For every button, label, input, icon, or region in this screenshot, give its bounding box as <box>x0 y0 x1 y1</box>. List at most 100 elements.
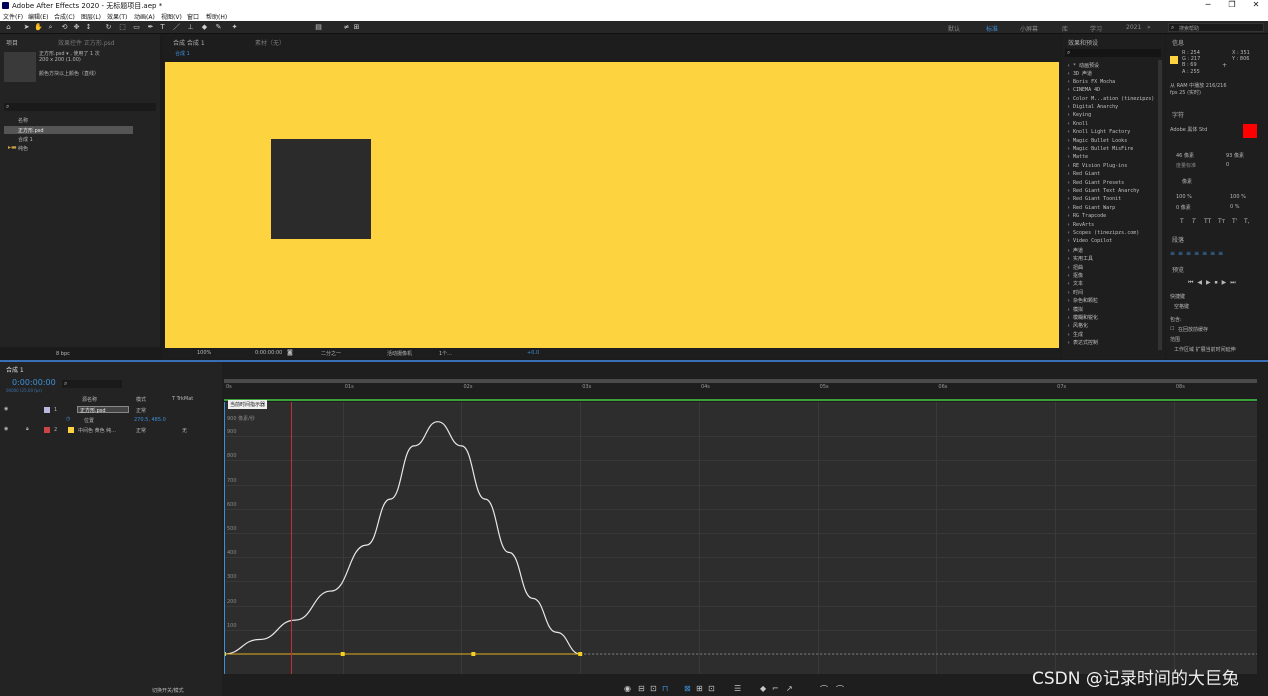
views-select[interactable]: 1个... <box>439 350 452 357</box>
workspace-learn[interactable]: 学习 <box>1090 24 1102 33</box>
brush-tool-icon[interactable]: ／ <box>172 23 181 32</box>
puppet-tool-icon[interactable]: ✦ <box>230 23 239 32</box>
menu-view[interactable]: 视图(V) <box>161 12 182 21</box>
paragraph-align-buttons[interactable]: ≡≡≡≡≡≡≡ <box>1170 250 1264 257</box>
time-ruler[interactable]: 0s 01s 02s 03s 04s 05s 06s 07s 08s <box>224 362 1257 402</box>
effects-category[interactable]: › Knoll Light Factory <box>1067 129 1130 135</box>
camera-tool-icon[interactable]: ⬚ <box>118 23 127 32</box>
pen-tool-icon[interactable]: ✒ <box>146 23 155 32</box>
fill-color-swatch[interactable] <box>1243 124 1257 138</box>
effects-category[interactable]: › Keying <box>1067 112 1091 118</box>
effects-category[interactable]: › Digital Anarchy <box>1067 104 1118 110</box>
eye-icon[interactable]: ◉ <box>4 406 8 412</box>
column-trkmat[interactable]: T TrkMat <box>172 396 193 402</box>
effects-category[interactable]: › 实用工具 <box>1067 255 1093 262</box>
eye-icon[interactable]: ◉ <box>4 426 8 432</box>
layer-mode-select[interactable]: 正常 <box>136 427 146 434</box>
graph-type-icon[interactable]: ⊟ <box>638 684 645 693</box>
exposure-value[interactable]: +0.0 <box>527 350 539 356</box>
scrollbar[interactable] <box>1158 60 1162 350</box>
shortcut-select[interactable]: 空格键 <box>1174 303 1189 310</box>
frame-selection-icon[interactable]: ⊠ <box>684 684 691 693</box>
faux-italic-button[interactable]: T <box>1192 218 1196 225</box>
faux-bold-button[interactable]: T <box>1180 218 1184 225</box>
all-caps-button[interactable]: TT <box>1204 218 1211 225</box>
layer-color-label[interactable] <box>44 407 50 413</box>
snap-icon[interactable]: ⊡ <box>650 684 657 693</box>
vertical-scale[interactable]: 100 % <box>1176 194 1192 200</box>
effects-category[interactable]: › Magic Bullet Looks <box>1067 138 1127 144</box>
superscript-button[interactable]: T' <box>1232 218 1237 225</box>
dolly-tool-icon[interactable]: ↕ <box>84 23 93 32</box>
workspace-standard[interactable]: 标准 <box>986 24 998 33</box>
effects-category[interactable]: › RevArts <box>1067 222 1094 228</box>
keyframe[interactable] <box>578 652 583 656</box>
layer-mode-select[interactable]: 正常 <box>136 407 146 414</box>
fit-all-icon[interactable]: ⊞ <box>696 684 703 693</box>
toggle-switches-button[interactable]: 切换开关/模式 <box>152 687 184 694</box>
close-button[interactable]: ✕ <box>1244 0 1268 9</box>
edit-keyframe-icon[interactable]: ◆ <box>760 684 766 693</box>
speed-graph[interactable] <box>224 402 1257 674</box>
eye-graph-icon[interactable]: ◉ <box>624 684 631 693</box>
layer-name-field[interactable]: 正方形.psd <box>77 406 129 414</box>
pan-tool-icon[interactable]: ✥ <box>72 23 81 32</box>
effects-category[interactable]: › 表达式控制 <box>1067 339 1098 346</box>
layer-row[interactable]: ◉ 🔒︎ 2 中间色 黄色 纯... 正常 无 <box>0 425 222 434</box>
stopwatch-icon[interactable]: ◷ <box>66 416 70 422</box>
effects-category[interactable]: › 3D 声道 <box>1067 70 1092 77</box>
effects-search-input[interactable]: ⌕ <box>1065 49 1161 57</box>
kerning[interactable]: 度量标准 <box>1176 162 1196 169</box>
list-item[interactable]: 合成 1 <box>4 135 133 143</box>
font-family-select[interactable]: Adobe 黑体 Std <box>1170 126 1207 133</box>
selection-tool-icon[interactable]: ➤ <box>22 23 31 32</box>
tracking[interactable]: 0 <box>1226 162 1229 168</box>
effects-category[interactable]: › Magic Bullet MisFire <box>1067 146 1133 152</box>
character-title[interactable]: 字符 <box>1172 110 1184 119</box>
menu-composition[interactable]: 合成(C) <box>54 12 75 21</box>
timeline-tab[interactable]: 合成 1 <box>6 365 24 374</box>
composition-tab[interactable]: 合成 合成 1 <box>173 38 205 47</box>
leading[interactable]: 93 像素 <box>1226 152 1244 159</box>
paragraph-title[interactable]: 段落 <box>1172 235 1184 244</box>
effects-category[interactable]: › Red Giant Toonit <box>1067 196 1121 202</box>
effects-category[interactable]: › 模糊和锐化 <box>1067 314 1098 321</box>
workspace-small-screen[interactable]: 小屏幕 <box>1020 24 1038 33</box>
effects-category[interactable]: › 声道 <box>1067 247 1083 254</box>
grid-icon[interactable]: ⊞ <box>352 23 361 32</box>
workspace-2021[interactable]: 2021 <box>1126 24 1141 31</box>
speed-curve[interactable] <box>224 421 581 655</box>
minimize-button[interactable]: ─ <box>1196 0 1220 9</box>
effects-category[interactable]: › RE Vision Plug-ins <box>1067 163 1127 169</box>
effects-category[interactable]: › 生成 <box>1067 331 1083 338</box>
layer-trkmat-select[interactable]: 无 <box>182 427 187 434</box>
menu-layer[interactable]: 图层(L) <box>81 12 101 21</box>
ease-in-icon[interactable]: ⌒ <box>836 684 844 695</box>
effects-category[interactable]: › CINEMA 4D <box>1067 87 1100 93</box>
workspace-library[interactable]: 库 <box>1062 24 1068 33</box>
project-tab[interactable]: 项目 <box>6 38 18 47</box>
list-item[interactable]: 正方形.psd <box>4 126 133 134</box>
effects-category[interactable]: › 模拟 <box>1067 306 1083 313</box>
effects-category[interactable]: › RG Trapcode <box>1067 213 1106 219</box>
column-mode[interactable]: 模式 <box>136 396 146 403</box>
snapshot-icon[interactable]: ◙ <box>287 349 293 356</box>
composition-canvas[interactable] <box>165 62 1059 348</box>
zoom-tool-icon[interactable]: ⌕ <box>46 23 55 32</box>
list-item[interactable]: ▸▬ 纯色 <box>4 144 133 152</box>
menu-window[interactable]: 窗口 <box>187 12 199 21</box>
layer-color-label[interactable] <box>44 427 50 433</box>
font-size[interactable]: 46 像素 <box>1176 152 1194 159</box>
effects-category[interactable]: › Scopes (tinezipzs.com) <box>1067 230 1139 236</box>
effects-category[interactable]: › Red Giant Text Anarchy <box>1067 188 1139 194</box>
stamp-tool-icon[interactable]: ⊥ <box>186 23 195 32</box>
effects-category[interactable]: › 时间 <box>1067 289 1083 296</box>
timecode-display[interactable]: 0:00:00:00 <box>255 350 282 356</box>
lock-icon[interactable]: 🔒︎ <box>26 426 29 432</box>
effects-category[interactable]: › 文本 <box>1067 280 1083 287</box>
horizontal-scale[interactable]: 100 % <box>1230 194 1246 200</box>
help-search[interactable]: ⌕ 搜索帮助 <box>1168 23 1264 32</box>
project-search-input[interactable]: ⌕ <box>4 103 156 111</box>
maximize-button[interactable]: ❐ <box>1220 0 1244 9</box>
effects-category[interactable]: › 抠像 <box>1067 272 1083 279</box>
